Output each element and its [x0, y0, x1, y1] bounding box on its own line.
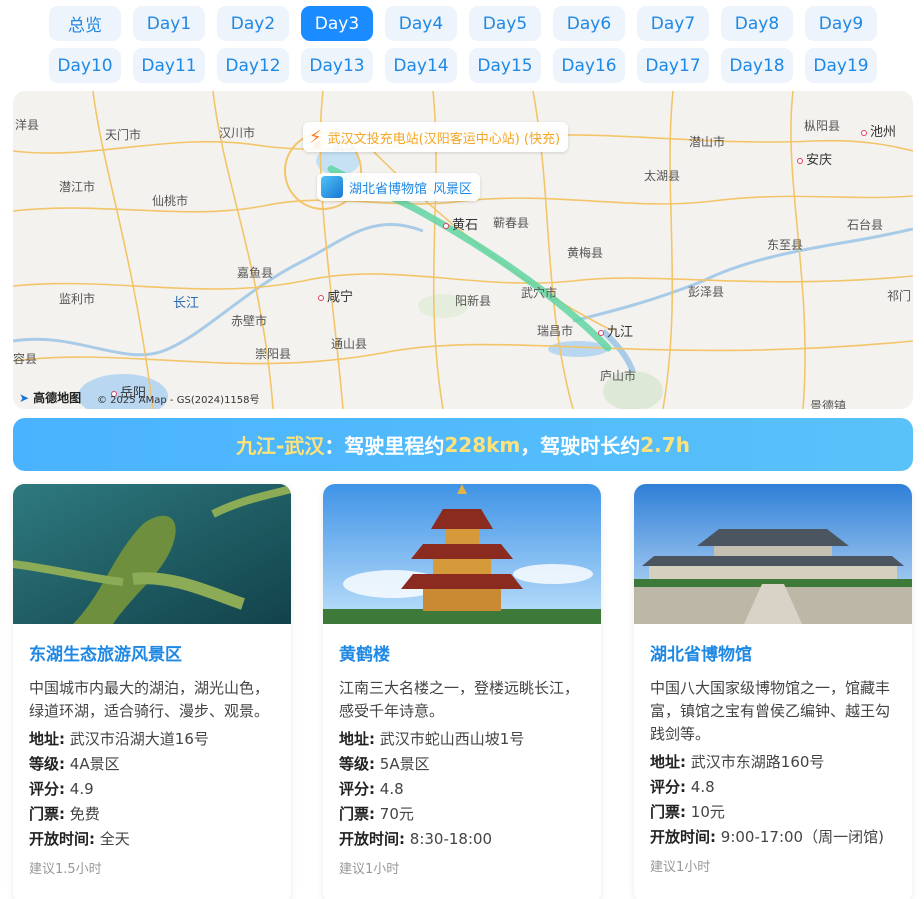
city-label: 咸宁 — [318, 286, 353, 305]
attraction-desc: 中国城市内最大的湖泊，湖光山色，绿道环湖，适合骑行、漫步、观景。 — [29, 679, 270, 720]
city-label: 潜江市 — [59, 180, 96, 194]
city-label: 武穴市 — [521, 286, 558, 300]
level-row: 等级: 4A景区 — [29, 755, 120, 773]
address-row: 地址: 武汉市沿湖大道16号 — [29, 730, 209, 748]
tab-day4[interactable]: Day4 — [385, 6, 457, 41]
tab-day16[interactable]: Day16 — [553, 48, 625, 83]
tab-day8[interactable]: Day8 — [721, 6, 793, 41]
tab-day17[interactable]: Day17 — [637, 48, 709, 83]
day-tabs-row-2: Day10 Day11 Day12 Day13 Day14 Day15 Day1… — [49, 48, 877, 83]
tab-day13[interactable]: Day13 — [301, 48, 373, 83]
route-name: 九江-武汉 — [236, 434, 325, 458]
map-copyright: © 2025 AMap - GS(2024)1158号 — [97, 395, 260, 406]
ticket-row: 门票: 免费 — [29, 805, 100, 823]
day-tabs-row-1: 总览 Day1 Day2 Day3 Day4 Day5 Day6 Day7 Da… — [49, 6, 877, 41]
tab-day15[interactable]: Day15 — [469, 48, 541, 83]
ticket-row: 门票: 70元 — [339, 805, 414, 823]
tab-day10[interactable]: Day10 — [49, 48, 121, 83]
city-label: 池州 — [861, 121, 896, 140]
address-row: 地址: 武汉市蛇山西山坡1号 — [339, 730, 525, 748]
route-start-marker[interactable]: ⚡ 武汉文投充电站(汉阳客运中心站) (快充) — [303, 122, 569, 152]
city-label: 崇阳县 — [255, 347, 292, 361]
route-map[interactable]: 洋县 天门市 汉川市 武汉 潜江市 仙桃市 嘉鱼县 监利市 长江 赤壁市 咸宁 … — [13, 91, 913, 409]
distance-label: ：驾驶里程约 — [324, 434, 445, 458]
city-label: 景德镇 — [810, 399, 847, 409]
city-label: 赤壁市 — [231, 314, 268, 328]
city-label: 黄梅县 — [567, 246, 604, 260]
city-label: 石台县 — [847, 218, 884, 232]
city-label: 潜山市 — [689, 135, 726, 149]
city-label: 仙桃市 — [152, 194, 189, 208]
attraction-card[interactable]: 湖北省博物馆 中国八大国家级博物馆之一，馆藏丰富，镇馆之宝有曾侯乙编钟、越王勾践… — [634, 484, 912, 899]
city-label: 庐山市 — [600, 369, 637, 383]
attraction-photo — [323, 484, 601, 624]
tab-day18[interactable]: Day18 — [721, 48, 793, 83]
museum-thumb-icon — [321, 176, 343, 198]
tab-day9[interactable]: Day9 — [805, 6, 877, 41]
tab-day2[interactable]: Day2 — [217, 6, 289, 41]
level-row: 等级: 5A景区 — [339, 755, 430, 773]
hours-row: 开放时间: 全天 — [29, 830, 130, 848]
route-end-marker[interactable]: 湖北省博物馆 风景区 — [317, 173, 481, 201]
city-label: 彭泽县 — [688, 285, 725, 299]
attraction-card[interactable]: 黄鹤楼 江南三大名楼之一，登楼远眺长江，感受千年诗意。 地址: 武汉市蛇山西山坡… — [323, 484, 601, 899]
attraction-title[interactable]: 湖北省博物馆 — [650, 640, 896, 665]
rating-row: 评分: 4.8 — [650, 778, 715, 796]
attraction-title[interactable]: 东湖生态旅游风景区 — [29, 640, 275, 665]
city-label: 太湖县 — [644, 169, 681, 183]
tab-day19[interactable]: Day19 — [805, 48, 877, 83]
rating-row: 评分: 4.9 — [29, 780, 94, 798]
city-label: 阳新县 — [455, 294, 492, 308]
suggested-duration: 建议1小时 — [650, 860, 711, 875]
city-label: 祁门 — [887, 289, 912, 303]
charging-bolt-icon: ⚡ — [309, 126, 322, 148]
end-label: 湖北省博物馆 — [349, 181, 428, 197]
attraction-photo — [634, 484, 912, 624]
city-label: 监利市 — [59, 292, 96, 306]
map-provider-logo: ➤ 高德地图 — [19, 390, 82, 406]
city-label: 安庆 — [797, 149, 832, 168]
tab-day6[interactable]: Day6 — [553, 6, 625, 41]
city-label: 通山县 — [331, 337, 368, 351]
suggested-duration: 建议1小时 — [339, 862, 400, 877]
tab-day12[interactable]: Day12 — [217, 48, 289, 83]
tab-day11[interactable]: Day11 — [133, 48, 205, 83]
tab-overview[interactable]: 总览 — [49, 6, 121, 41]
tab-day1[interactable]: Day1 — [133, 6, 205, 41]
city-label: 黄石 — [443, 214, 478, 233]
city-label: 洋县 — [15, 118, 40, 132]
city-label: 九江 — [598, 321, 633, 340]
city-label: 瑞昌市 — [537, 324, 574, 338]
hours-row: 开放时间: 9:00-17:00（周一闭馆) — [650, 828, 884, 846]
tab-day14[interactable]: Day14 — [385, 48, 457, 83]
city-label: 枞阳县 — [804, 119, 841, 133]
route-summary-banner: 九江-武汉 ：驾驶里程约 228km ，驾驶时长约 2.7h — [13, 418, 913, 471]
rating-row: 评分: 4.8 — [339, 780, 404, 798]
end-tag: 风景区 — [433, 181, 473, 197]
city-label: 蕲春县 — [493, 216, 530, 230]
tab-day5[interactable]: Day5 — [469, 6, 541, 41]
duration-value: 2.7h — [640, 432, 690, 457]
ticket-row: 门票: 10元 — [650, 803, 725, 821]
city-label: 长江 — [173, 296, 200, 311]
city-label: 东至县 — [767, 238, 804, 252]
city-label: 容县 — [13, 352, 38, 366]
duration-label: ，驾驶时长约 — [520, 434, 641, 458]
attraction-desc: 中国八大国家级博物馆之一，馆藏丰富，镇馆之宝有曾侯乙编钟、越王勾践剑等。 — [650, 679, 891, 743]
city-label: 嘉鱼县 — [237, 266, 274, 280]
start-label: 武汉文投充电站(汉阳客运中心站) (快充) — [327, 131, 561, 147]
attraction-desc: 江南三大名楼之一，登楼远眺长江，感受千年诗意。 — [339, 679, 580, 720]
city-label: 天门市 — [105, 128, 142, 142]
city-label: 汉川市 — [219, 126, 256, 140]
suggested-duration: 建议1.5小时 — [29, 862, 102, 877]
attraction-card[interactable]: 东湖生态旅游风景区 中国城市内最大的湖泊，湖光山色，绿道环湖，适合骑行、漫步、观… — [13, 484, 291, 899]
attraction-title[interactable]: 黄鹤楼 — [339, 640, 585, 665]
tab-day7[interactable]: Day7 — [637, 6, 709, 41]
tab-day3[interactable]: Day3 — [301, 6, 373, 41]
distance-value: 228km — [444, 432, 521, 457]
attraction-photo — [13, 484, 291, 624]
address-row: 地址: 武汉市东湖路160号 — [650, 753, 825, 771]
navigation-arrow-icon: ➤ — [19, 390, 30, 405]
hours-row: 开放时间: 8:30-18:00 — [339, 830, 493, 848]
